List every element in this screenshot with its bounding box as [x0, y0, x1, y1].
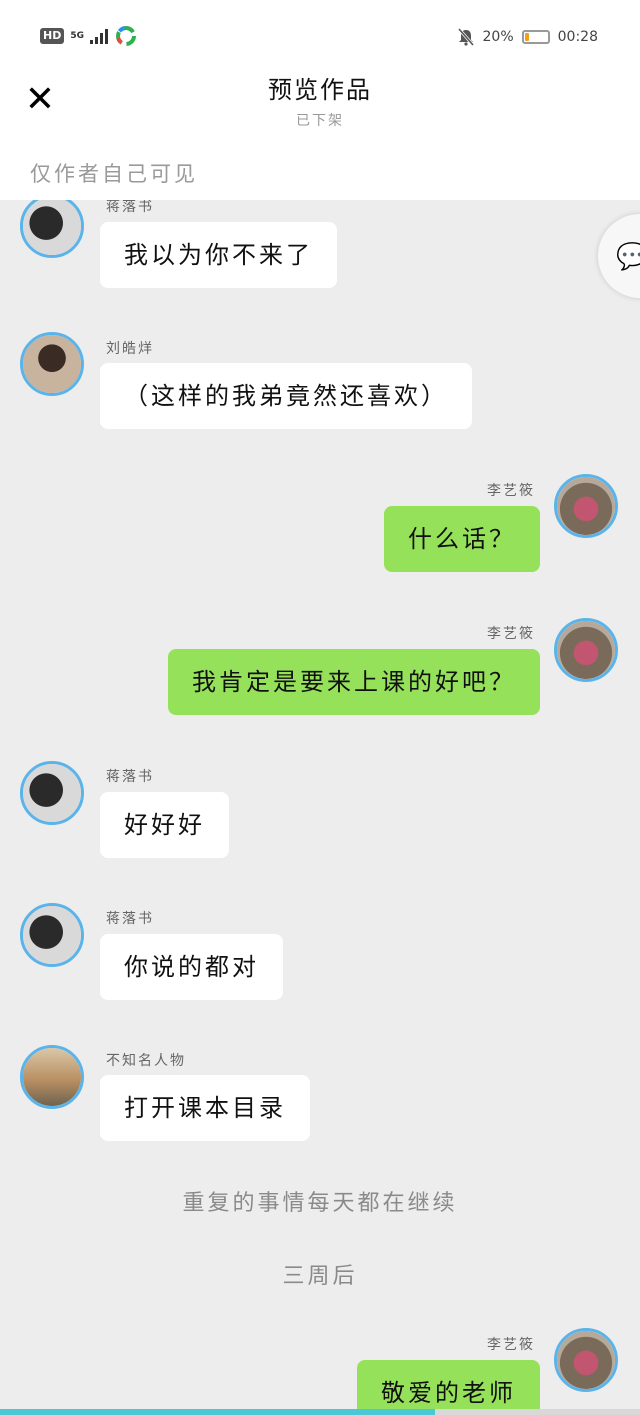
status-bar: HD 5G 20% 00:28 — [0, 0, 640, 70]
status-right: 20% 00:28 — [457, 28, 598, 46]
message-bubble[interactable]: 好好好 — [100, 792, 229, 858]
speaker-name: 李艺筱 — [487, 626, 535, 642]
battery-icon — [521, 30, 550, 44]
speaker-name: 刘皓烊 — [106, 341, 154, 357]
clock: 00:28 — [557, 29, 598, 45]
signal-icon — [90, 29, 108, 44]
speaker-name: 不知名人物 — [106, 1053, 186, 1069]
battery-level — [524, 33, 530, 41]
hd-badge: HD — [40, 28, 65, 44]
status-subtitle: 已下架 — [296, 113, 344, 129]
network-label: 5G — [70, 30, 84, 41]
narration-text: 三周后 — [282, 1264, 358, 1289]
avatar[interactable] — [20, 200, 84, 258]
message-bubble[interactable]: 敬爱的老师 — [357, 1360, 540, 1415]
preview-header: ✕ 预览作品 已下架 仅作者自己可见 — [0, 70, 640, 200]
speaker-name: 李艺筱 — [487, 483, 535, 499]
message-bubble[interactable]: 什么话？ — [384, 506, 540, 572]
speaker-name: 李艺筱 — [487, 1337, 535, 1353]
avatar[interactable] — [20, 1045, 84, 1109]
status-left: HD 5G — [40, 26, 136, 46]
message-bubble[interactable]: 你说的都对 — [100, 934, 283, 1000]
speaker-name: 蒋落书 — [106, 911, 154, 927]
reading-progress-fill — [0, 1409, 436, 1415]
avatar[interactable] — [554, 474, 618, 538]
speaker-name: 蒋落书 — [106, 200, 154, 215]
avatar[interactable] — [20, 903, 84, 967]
message-bubble[interactable]: 我以为你不来了 — [100, 222, 337, 288]
bell-off-icon — [457, 28, 474, 46]
reading-progress-bar — [0, 1409, 640, 1415]
avatar[interactable] — [554, 1328, 618, 1392]
comment-icon: 💬 — [616, 242, 640, 272]
page-title: 预览作品 — [268, 76, 372, 104]
message-bubble[interactable]: 我肯定是要来上课的好吧？ — [168, 649, 540, 715]
avatar[interactable] — [554, 618, 618, 682]
avatar[interactable] — [20, 761, 84, 825]
message-bubble[interactable]: （这样的我弟竟然还喜欢） — [100, 363, 472, 429]
app-logo-icon — [116, 26, 136, 46]
battery-percent: 20% — [482, 29, 514, 45]
chat-area[interactable]: 蒋落书 我以为你不来了 刘皓烊 （这样的我弟竟然还喜欢） 李艺筱 什么话？ 李艺… — [0, 200, 640, 1415]
avatar[interactable] — [20, 332, 84, 396]
narration-text: 重复的事情每天都在继续 — [182, 1191, 458, 1216]
speaker-name: 蒋落书 — [106, 769, 154, 785]
visibility-note: 仅作者自己可见 — [30, 162, 198, 186]
message-bubble[interactable]: 打开课本目录 — [100, 1075, 310, 1141]
